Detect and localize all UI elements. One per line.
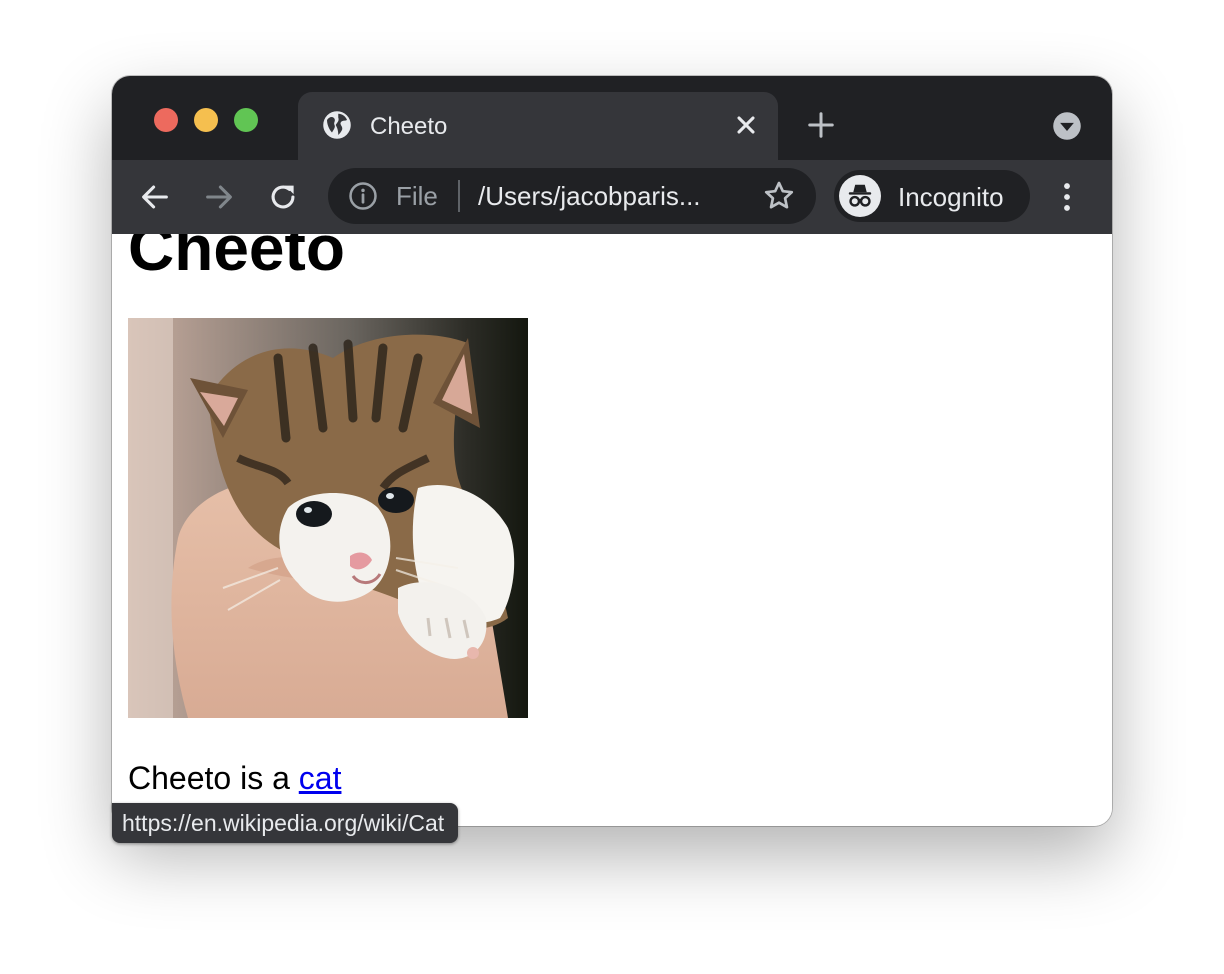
- forward-arrow-icon[interactable]: [202, 180, 236, 214]
- tab-cheeto[interactable]: Cheeto: [298, 92, 778, 160]
- tab-strip: Cheeto: [112, 76, 1112, 160]
- browser-window: Cheeto File /Users/jacobparis... Incogni…: [112, 76, 1112, 826]
- incognito-profile-button[interactable]: Incognito: [834, 170, 1030, 222]
- cat-link[interactable]: cat: [299, 760, 342, 796]
- kitten-photo: [128, 318, 528, 718]
- zoom-window-button[interactable]: [234, 108, 258, 132]
- info-icon[interactable]: [348, 181, 378, 211]
- toolbar: File /Users/jacobparis... Incognito: [112, 160, 1112, 234]
- avatar: [839, 175, 881, 217]
- page-content: Cheeto Cheeto is a cat: [112, 234, 1112, 826]
- url-text[interactable]: /Users/jacobparis...: [478, 181, 701, 212]
- plus-icon[interactable]: [806, 110, 836, 140]
- description-paragraph: Cheeto is a cat: [128, 758, 341, 798]
- chevron-down-icon[interactable]: [1052, 111, 1082, 141]
- kebab-menu-icon[interactable]: [1052, 180, 1082, 214]
- paragraph-text: Cheeto is a: [128, 760, 299, 796]
- close-window-button[interactable]: [154, 108, 178, 132]
- back-arrow-icon[interactable]: [138, 180, 172, 214]
- minimize-window-button[interactable]: [194, 108, 218, 132]
- incognito-label: Incognito: [898, 182, 1004, 212]
- address-divider: [458, 180, 460, 212]
- globe-icon: [323, 111, 351, 139]
- reload-icon[interactable]: [266, 180, 300, 214]
- star-icon[interactable]: [762, 179, 796, 213]
- scheme-label: File: [396, 181, 438, 211]
- link-status-bubble: https://en.wikipedia.org/wiki/Cat: [112, 803, 459, 843]
- incognito-icon: [848, 184, 872, 207]
- page-heading: Cheeto: [128, 234, 345, 284]
- close-icon[interactable]: [732, 111, 760, 139]
- address-bar[interactable]: File /Users/jacobparis...: [328, 168, 816, 224]
- tab-title: Cheeto: [370, 113, 448, 140]
